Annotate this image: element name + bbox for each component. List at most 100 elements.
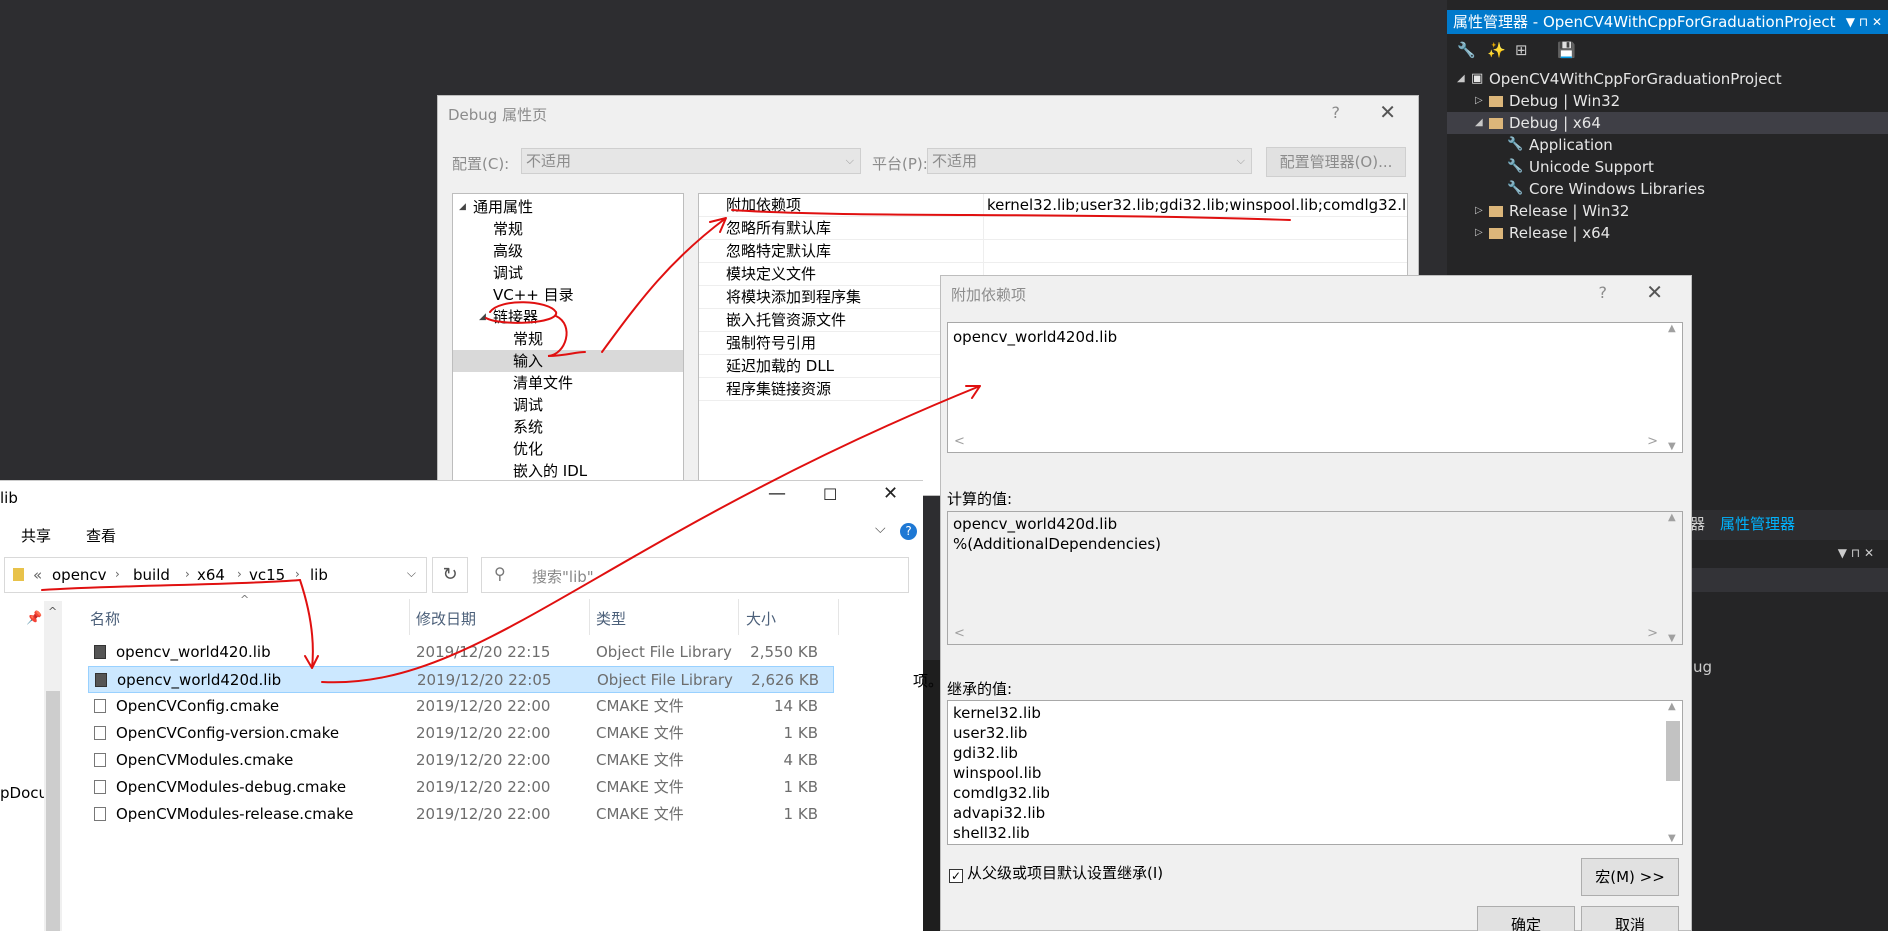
file-row[interactable]: OpenCVConfig.cmake 2019/12/20 22:00 CMAKE … [88,693,834,720]
inherit-checkbox[interactable]: ✓ 从父级或项目默认设置继承(I) [949,862,1163,883]
help-icon[interactable]: ? [1332,103,1341,122]
save-icon[interactable]: 💾 [1557,41,1576,59]
file-row[interactable]: opencv_world420d.lib 2019/12/20 22:05 Obje… [88,666,834,693]
wrench-icon[interactable]: 🔧 [1457,41,1476,59]
column-separator[interactable] [409,599,410,635]
tree-item-property-sheet[interactable]: 🔧 Application [1447,134,1888,156]
tree-item-property-sheet[interactable]: 🔧 Unicode Support [1447,156,1888,178]
horizontal-scrollbar[interactable]: < > [948,434,1664,452]
scroll-right-icon[interactable]: > [1647,434,1658,449]
file-row[interactable]: OpenCVModules.cmake 2019/12/20 22:00 CMAKE… [88,747,834,774]
pin-icon[interactable]: 📌 [26,611,42,626]
scroll-up-icon[interactable]: ▲ [1668,512,1676,523]
chevron-down-icon[interactable]: ⌵ [407,566,416,581]
tree-item-category[interactable]: 调试 [453,262,683,284]
column-separator[interactable] [838,599,839,635]
tree-item-category[interactable]: 常规 [453,218,683,240]
nav-scrollbar[interactable]: ^ [44,601,62,931]
breadcrumb-vc15[interactable]: vc15 [249,566,285,584]
expanded-triangle-icon[interactable]: ◢ [459,196,466,218]
expanded-triangle-icon[interactable]: ◢ [479,306,486,328]
breadcrumb-overflow[interactable]: « [33,566,42,584]
tree-item-category[interactable]: 高级 [453,240,683,262]
file-row[interactable]: OpenCVConfig-version.cmake 2019/12/20 22:… [88,720,834,747]
tree-item-config[interactable]: ▷ Release | x64 [1447,222,1888,244]
scroll-down-icon[interactable]: ▼ [1668,441,1676,452]
expanded-triangle-icon[interactable]: ◢ [1457,68,1465,90]
close-icon[interactable]: ✕ [1646,280,1663,304]
column-separator[interactable] [589,599,590,635]
breadcrumb-lib[interactable]: lib [310,566,328,584]
ribbon-tab-view[interactable]: 查看 [86,525,116,546]
tree-item-category[interactable]: 清单文件 [453,372,683,394]
scroll-up-icon[interactable]: ▲ [1668,323,1676,334]
scroll-left-icon[interactable]: < [954,434,965,449]
config-select[interactable]: 不适用 ⌵ [521,148,861,174]
tree-item-project[interactable]: ◢ ▣ OpenCV4WithCppForGraduationProject [1447,68,1888,90]
expanded-triangle-icon[interactable]: ◢ [1475,112,1483,134]
scroll-down-icon[interactable]: ▼ [1668,633,1676,644]
column-header-size[interactable]: 大小 [746,608,776,629]
property-value[interactable]: kernel32.lib;user32.lib;gdi32.lib;winspo… [987,194,1407,216]
breadcrumb-build[interactable]: build [133,566,170,584]
file-row[interactable]: opencv_world420.lib 2019/12/20 22:15 Objec… [88,639,834,666]
close-icon[interactable]: ✕ [1379,100,1396,124]
panel-options-icon[interactable]: ▼ ⊓ ✕ [1838,546,1874,560]
vertical-scrollbar[interactable]: ▲ ▼ [1664,701,1682,844]
tab-partial[interactable]: 器 [1690,513,1705,534]
tree-item-category[interactable]: 优化 [453,438,683,460]
property-manager-title-bar[interactable]: 属性管理器 - OpenCV4WithCppForGraduationProje… [1447,10,1888,34]
horizontal-scrollbar[interactable]: < > [948,626,1664,644]
chevron-right-icon[interactable]: › [237,567,242,581]
file-row[interactable]: OpenCVModules-release.cmake 2019/12/20 22… [88,801,834,828]
tree-item-property-sheet[interactable]: 🔧 Core Windows Libraries [1447,178,1888,200]
column-header-type[interactable]: 类型 [596,608,626,629]
tree-item-category[interactable]: 嵌入的 IDL [453,460,683,482]
column-header-date[interactable]: 修改日期 [416,608,476,629]
platform-select[interactable]: 不适用 ⌵ [927,148,1252,174]
cancel-button[interactable]: 取消 [1581,906,1679,931]
close-icon[interactable]: ✕ [883,483,898,504]
maximize-icon[interactable]: ☐ [823,485,837,504]
chevron-right-icon[interactable]: › [295,567,300,581]
config-manager-button[interactable]: 配置管理器(O)... [1266,147,1406,177]
collapsed-triangle-icon[interactable]: ▷ [1475,222,1483,244]
collapsed-triangle-icon[interactable]: ▷ [1475,200,1483,222]
chevron-right-icon[interactable]: › [115,567,120,581]
tree-item-category[interactable]: VC++ 目录 [453,284,683,306]
help-icon[interactable]: ? [900,523,917,540]
scroll-up-icon[interactable]: ▲ [1668,701,1676,712]
tree-item-category[interactable]: 输入 [453,350,683,372]
minimize-icon[interactable]: — [768,483,786,504]
tab-property-manager[interactable]: 属性管理器 [1720,513,1795,534]
checkbox-check-icon[interactable]: ✓ [949,869,963,883]
nav-item-fragment[interactable]: pDocu [0,784,48,802]
collapsed-triangle-icon[interactable]: ▷ [1475,90,1483,112]
tree-item-category[interactable]: 调试 [453,394,683,416]
breadcrumb-x64[interactable]: x64 [197,566,225,584]
vertical-scrollbar[interactable]: ▲ ▼ [1664,323,1682,452]
property-row[interactable]: 忽略所有默认库 [699,217,1407,240]
search-input[interactable]: ⚲ 搜索"lib" [481,557,909,593]
panel-options-icons[interactable]: ▼ ⊓ ✕ [1846,10,1882,34]
tree-item-config[interactable]: ▷ Debug | Win32 [1447,90,1888,112]
ribbon-tab-share[interactable]: 共享 [21,525,51,546]
scroll-right-icon[interactable]: > [1647,626,1658,641]
dependencies-input[interactable]: opencv_world420d.lib ▲ ▼ < > [947,322,1683,453]
refresh-button[interactable]: ↻ [432,557,468,593]
column-header-name[interactable]: 名称 [90,608,120,629]
scroll-up-icon[interactable]: ^ [48,605,57,618]
expand-ribbon-icon[interactable]: ⌵ [875,521,886,537]
tree-item-category[interactable]: 系统 [453,416,683,438]
scroll-thumb[interactable] [1666,721,1680,781]
add-existing-sheet-icon[interactable]: ⊞ [1515,41,1528,59]
breadcrumb-opencv[interactable]: opencv [52,566,107,584]
macros-button[interactable]: 宏(M) >> [1581,858,1679,896]
file-row[interactable]: OpenCVModules-debug.cmake 2019/12/20 22:0… [88,774,834,801]
tree-item-category[interactable]: 常规 [453,328,683,350]
property-row[interactable]: 附加依赖项 kernel32.lib;user32.lib;gdi32.lib;w… [699,194,1407,217]
tree-item-config[interactable]: ▷ Release | Win32 [1447,200,1888,222]
scroll-thumb[interactable] [46,691,60,931]
help-icon[interactable]: ? [1599,283,1608,302]
column-separator[interactable] [738,599,739,635]
